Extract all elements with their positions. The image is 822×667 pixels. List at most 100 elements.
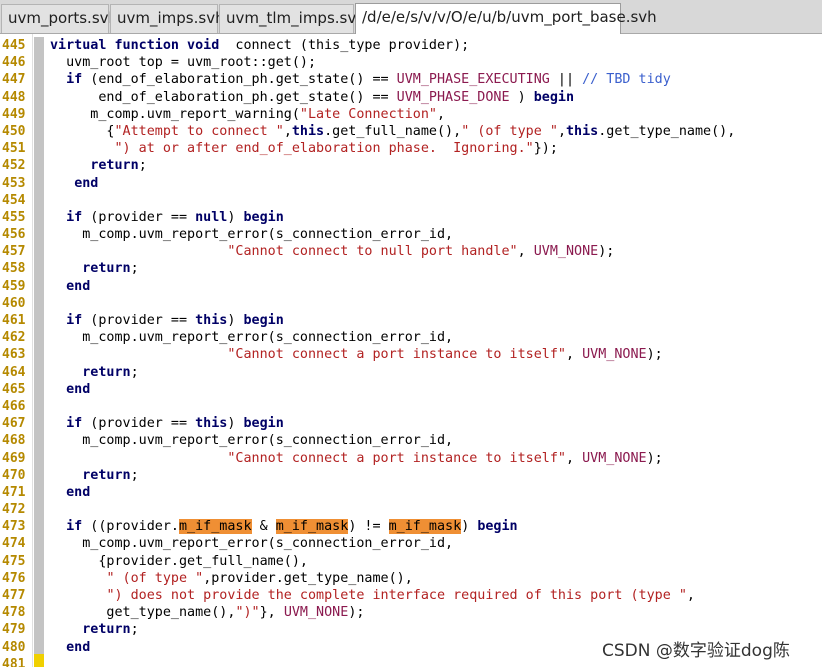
line-number: 480 [2, 639, 26, 655]
code-text[interactable]: "Cannot connect to null port handle", UV… [50, 243, 614, 260]
code-text[interactable]: end [50, 175, 98, 192]
line-number: 465 [2, 381, 26, 397]
line-number: 479 [2, 622, 26, 638]
code-token: , [686, 588, 695, 603]
line-number: 474 [2, 536, 26, 552]
code-text[interactable]: return; [50, 157, 147, 174]
code-text[interactable]: return; [50, 621, 138, 638]
code-line: 459 end [0, 278, 822, 295]
code-editor[interactable]: 445 virtual function void connect (this_t… [0, 34, 822, 667]
code-text[interactable]: end [50, 278, 90, 295]
line-number: 473 [2, 519, 26, 535]
code-text[interactable]: if (provider == this) begin [50, 312, 284, 329]
line-number: 475 [2, 553, 26, 569]
code-text[interactable]: m_comp.uvm_report_error(s_connection_err… [50, 329, 453, 346]
code-token: ) [227, 313, 244, 328]
line-number: 454 [2, 192, 26, 208]
code-text[interactable]: {provider.get_full_name(), [50, 553, 308, 570]
search-highlight: m_if_mask [275, 519, 349, 535]
code-token: ) [509, 89, 534, 105]
code-token: ") does not provide the complete interfa… [106, 588, 687, 603]
code-text[interactable]: uvm_root top = uvm_root::get(); [50, 54, 316, 71]
code-line: 458 return; [0, 260, 822, 277]
code-text[interactable]: virtual function void connect (this_type… [50, 37, 469, 54]
code-text[interactable]: return; [50, 364, 138, 381]
code-token: ) != [348, 519, 389, 535]
code-token: ; [130, 261, 139, 277]
code-text[interactable]: ") at or after end_of_elaboration phase.… [50, 140, 558, 157]
code-line: 461 if (provider == this) begin [0, 312, 822, 329]
code-token: if [66, 416, 83, 432]
code-token: (end_of_elaboration_ph.get_state() == [82, 72, 397, 88]
code-text[interactable]: if (end_of_elaboration_ph.get_state() ==… [50, 71, 671, 88]
code-text[interactable]: "Cannot connect a port instance to itsel… [50, 450, 662, 467]
code-text[interactable]: return; [50, 467, 138, 484]
code-text[interactable]: end_of_elaboration_ph.get_state() == UVM… [50, 89, 574, 106]
tab-uvm-ports[interactable]: uvm_ports.svh [1, 4, 118, 33]
code-text[interactable]: if (provider == null) begin [50, 209, 284, 226]
code-token: , [557, 123, 566, 139]
code-text[interactable]: "Cannot connect a port instance to itsel… [50, 346, 662, 363]
code-token: end_of_elaboration_ph.get_state() == [50, 89, 397, 105]
line-number: 461 [2, 313, 26, 328]
line-number: 452 [2, 158, 26, 174]
code-token: (provider == [82, 313, 196, 328]
line-number: 464 [2, 364, 26, 380]
code-line: 478 get_type_name(),")"}, UVM_NONE); [0, 604, 822, 621]
search-highlight: m_if_mask [388, 519, 462, 535]
code-text[interactable]: get_type_name(),")"}, UVM_NONE); [50, 604, 364, 621]
code-token: // TBD tidy [582, 72, 671, 88]
line-number: 446 [2, 55, 26, 71]
code-token: virtual function void [50, 38, 220, 53]
line-number: 460 [2, 295, 26, 311]
tab-uvm-tlm-imps[interactable]: uvm_tlm_imps.svh [219, 4, 366, 33]
code-token: & [251, 519, 276, 535]
code-text[interactable]: m_comp.uvm_report_error(s_connection_err… [50, 535, 453, 552]
code-token: end [66, 278, 91, 294]
code-text[interactable]: ") does not provide the complete interfa… [50, 587, 695, 604]
code-token: return [82, 364, 131, 380]
code-text[interactable]: if ((provider.m_if_mask & m_if_mask) != … [50, 518, 518, 535]
code-line: 476 " (of type ",provider.get_type_name(… [0, 570, 822, 587]
code-text[interactable]: end [50, 381, 90, 398]
code-text[interactable]: end [50, 639, 90, 656]
code-token: ; [138, 158, 147, 174]
line-number: 447 [2, 72, 26, 88]
line-number: 477 [2, 588, 26, 603]
code-token: ); [598, 244, 615, 260]
line-number: 459 [2, 278, 26, 294]
code-line: 462 m_comp.uvm_report_error(s_connection… [0, 329, 822, 346]
code-token: , [283, 123, 292, 139]
code-line: 471 end [0, 484, 822, 501]
line-number: 449 [2, 106, 26, 122]
code-line: 451 ") at or after end_of_elaboration ph… [0, 140, 822, 157]
code-text[interactable]: end [50, 484, 90, 501]
code-text[interactable]: if (provider == this) begin [50, 415, 284, 432]
code-text[interactable]: return; [50, 260, 139, 277]
code-token: uvm_root top = uvm_root::get(); [50, 55, 317, 71]
code-line: 445 virtual function void connect (this_t… [0, 37, 822, 54]
code-token: ") at or after end_of_elaboration phase.… [114, 141, 534, 157]
code-token: ,provider.get_type_name(), [203, 570, 413, 586]
code-token: begin [243, 313, 284, 328]
code-text[interactable]: " (of type ",provider.get_type_name(), [50, 570, 413, 587]
code-token: UVM_PHASE_EXECUTING [396, 72, 550, 88]
code-token: ) [227, 416, 244, 432]
code-text[interactable]: m_comp.uvm_report_error(s_connection_err… [50, 432, 453, 449]
code-line: 468 m_comp.uvm_report_error(s_connection… [0, 432, 822, 449]
code-text[interactable]: m_comp.uvm_report_error(s_connection_err… [50, 226, 453, 243]
code-token: begin [533, 89, 575, 105]
code-text[interactable]: m_comp.uvm_report_warning("Late Connecti… [50, 106, 445, 123]
tab-uvm-imps[interactable]: uvm_imps.svh [110, 4, 225, 33]
tab-uvm-port-base[interactable]: /d/e/e/s/v/v/O/e/u/b/uvm_port_base.svh [355, 3, 657, 34]
code-text[interactable]: {"Attempt to connect ",this.get_full_nam… [50, 123, 735, 140]
code-line: 457 "Cannot connect to null port handle"… [0, 243, 822, 260]
